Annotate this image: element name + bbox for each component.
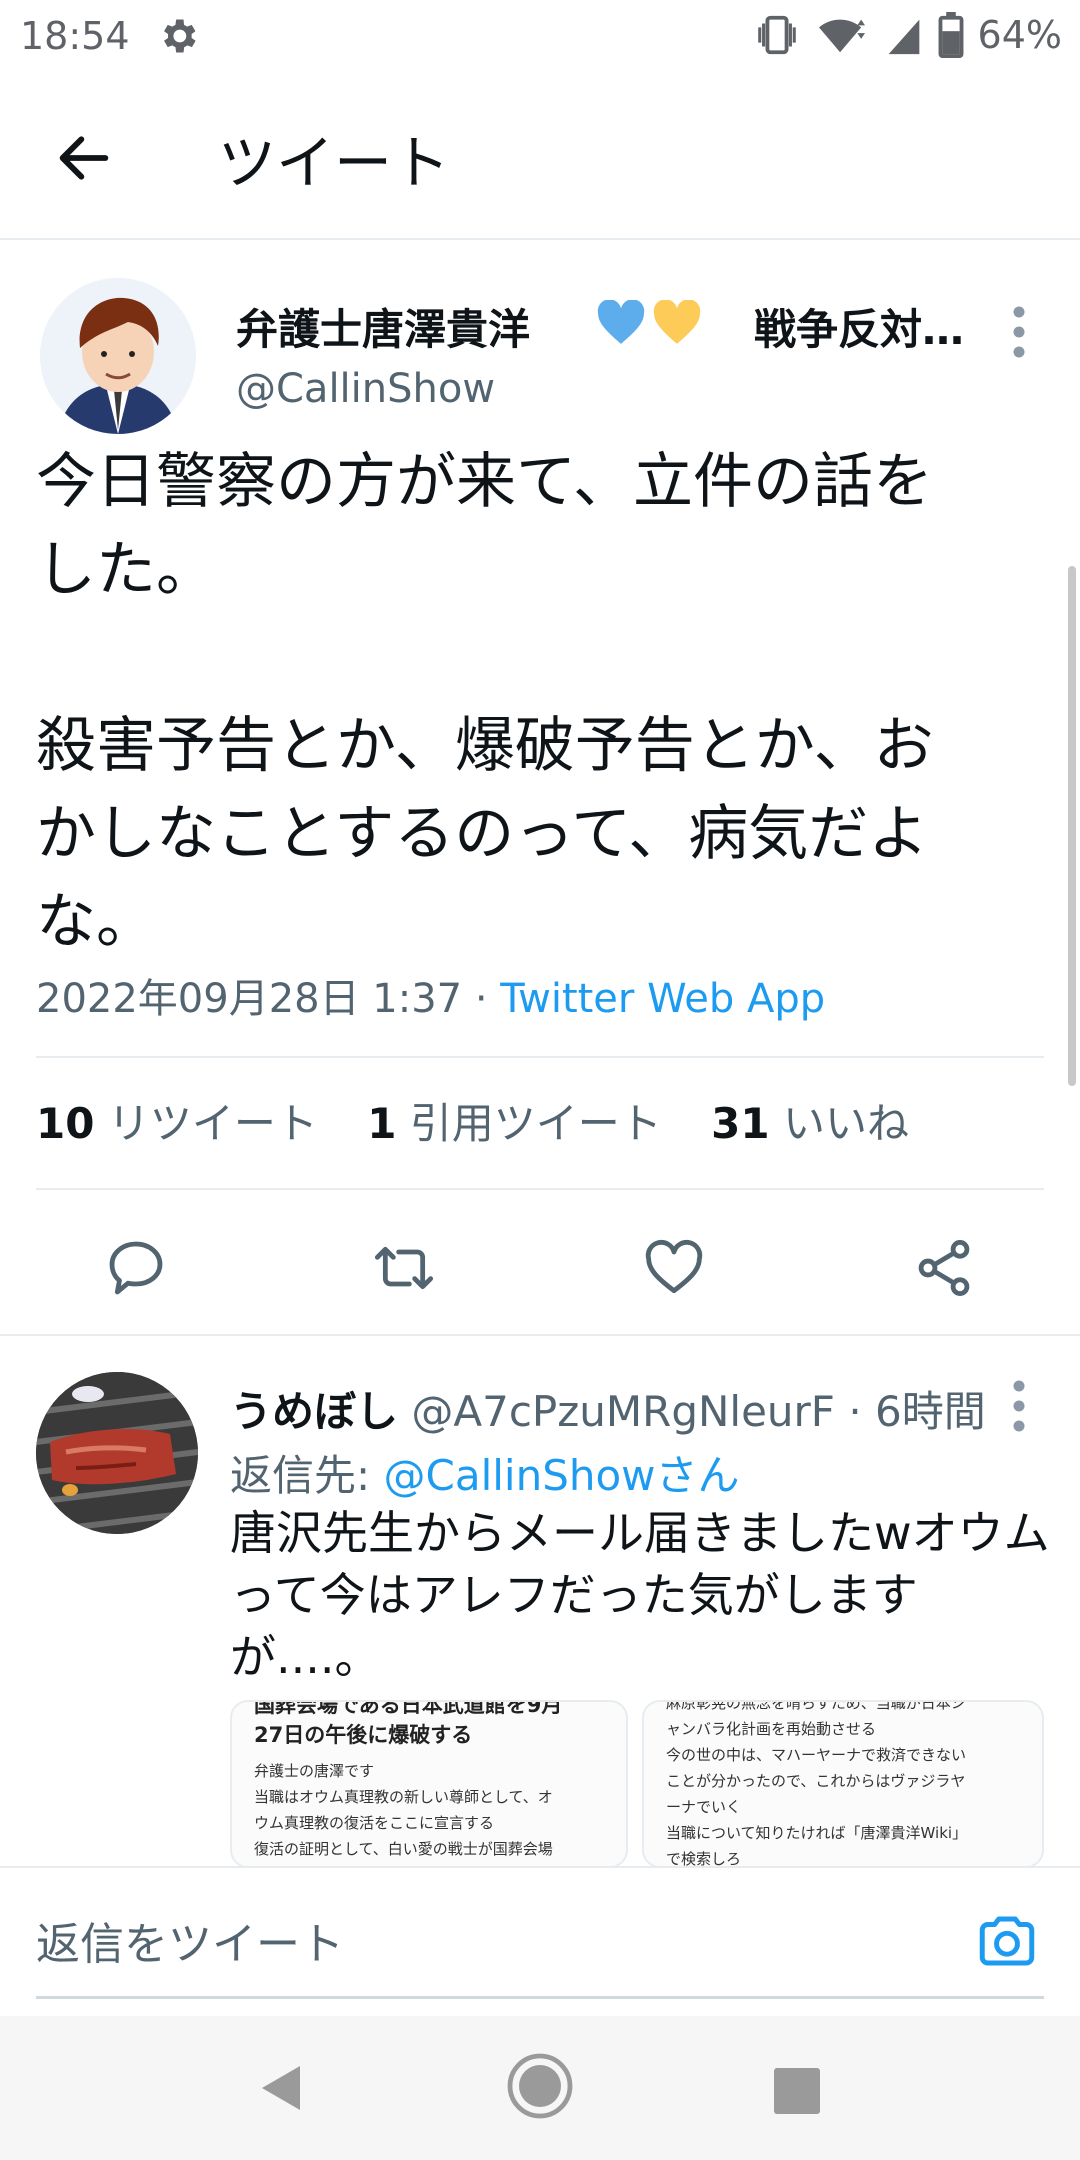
nav-home-icon[interactable]: [506, 2052, 574, 2120]
tweet-actions: [0, 1218, 1080, 1318]
app-header: ツイート: [0, 76, 1080, 240]
tweet-text: 今日警察の方が来て、立件の話を した。 殺害予告とか、爆破予告とか、お かしなこ…: [36, 447, 934, 957]
reply-icon[interactable]: [104, 1236, 168, 1300]
wifi-icon: [818, 19, 865, 53]
media-1-text: 国葬会場である日本武道館を9月 27日の午後に爆破する弁護士の唐澤です 当職はオ…: [232, 1700, 626, 1866]
scrollbar[interactable]: [1068, 566, 1076, 1086]
likes-label: いいね: [782, 1099, 909, 1148]
back-arrow-icon[interactable]: [52, 126, 116, 190]
reply-more-options-icon[interactable]: [1006, 1376, 1032, 1436]
reply-text: 唐沢先生からメール届きましたwオウム って今はアレフだった気がします が....…: [230, 1506, 1050, 1684]
divider: [36, 1188, 1044, 1190]
author-avatar[interactable]: [40, 278, 196, 434]
reply-time: · 6時間: [848, 1387, 986, 1436]
signal-icon: [888, 19, 919, 55]
reply-compose-bar: 返信をツイート: [0, 1866, 1080, 2016]
reply-author-avatar[interactable]: [36, 1372, 198, 1534]
media-2-body: 麻原彰晃の無念を晴らすため、当職が日本シ ャンバラ化計画を再始動させる 今の世の…: [666, 1700, 968, 1868]
meta-separator: ·: [462, 976, 501, 1022]
author-name-suffix[interactable]: 戦争反対…: [754, 296, 964, 357]
quotes-count: 1: [367, 1099, 397, 1148]
reply-to: 返信先: @CallinShowさん: [230, 1442, 740, 1503]
retweets-stat[interactable]: 10 リツイート: [36, 1099, 318, 1148]
reply-media-image-2[interactable]: 麻原彰晃の無念を晴らすため、当職が日本シ ャンバラ化計画を再始動させる 今の世の…: [642, 1700, 1044, 1868]
status-indicators: 64%: [754, 12, 1062, 58]
system-nav-bar: [0, 2016, 1080, 2160]
status-time: 18:54: [20, 14, 130, 58]
author-handle[interactable]: @CallinShow: [236, 366, 495, 412]
media-1-body: 弁護士の唐澤です 当職はオウム真理教の新しい尊師として、オ ウム真理教の復活をこ…: [254, 1762, 553, 1858]
settings-icon: [164, 19, 196, 53]
blue-heart-icon: [597, 300, 645, 344]
share-icon[interactable]: [912, 1236, 976, 1300]
yellow-heart-icon: [653, 300, 701, 344]
tweet-stats: 10 リツイート 1 引用ツイート 31 いいね: [36, 1090, 945, 1151]
tweet-timestamp[interactable]: 2022年09月28日 1:37: [36, 976, 462, 1022]
reply-media-image-1[interactable]: 国葬会場である日本武道館を9月 27日の午後に爆破する弁護士の唐澤です 当職はオ…: [230, 1700, 628, 1868]
reply-to-handle[interactable]: @CallinShowさん: [384, 1451, 740, 1500]
battery-percent: 64%: [977, 13, 1062, 57]
like-icon[interactable]: [642, 1236, 706, 1300]
quotes-stat[interactable]: 1 引用ツイート: [367, 1099, 662, 1148]
vibrate-icon: [757, 15, 796, 55]
author-name[interactable]: 弁護士唐澤貴洋: [236, 296, 530, 357]
likes-count: 31: [711, 1099, 770, 1148]
retweets-label: リツイート: [107, 1099, 318, 1148]
battery-icon: [938, 12, 963, 58]
retweets-count: 10: [36, 1099, 95, 1148]
quotes-label: 引用ツイート: [409, 1099, 662, 1148]
section-divider: [0, 1334, 1080, 1336]
nav-recent-icon[interactable]: [774, 2068, 820, 2114]
tweet-source[interactable]: Twitter Web App: [500, 976, 825, 1022]
reply-author-name[interactable]: うめぼし: [230, 1387, 398, 1436]
divider: [36, 1056, 1044, 1058]
more-options-icon[interactable]: [1006, 302, 1032, 362]
reply-author-handle[interactable]: @A7cPzuMRgNleurF: [411, 1387, 835, 1436]
status-bar: 18:54 64%: [0, 0, 1080, 76]
tweet-meta: 2022年09月28日 1:37 · Twitter Web App: [36, 966, 825, 1024]
nav-back-icon[interactable]: [256, 2062, 304, 2114]
reply-to-label: 返信先:: [230, 1451, 384, 1500]
reply-compose-input[interactable]: 返信をツイート: [36, 1908, 344, 1972]
retweet-icon[interactable]: [372, 1236, 436, 1300]
reply-header: うめぼし @A7cPzuMRgNleurF · 6時間: [230, 1378, 986, 1439]
camera-icon[interactable]: [974, 1908, 1040, 1974]
likes-stat[interactable]: 31 いいね: [711, 1099, 909, 1148]
media-1-title: 国葬会場である日本武道館を9月 27日の午後に爆破する: [254, 1700, 563, 1747]
page-title: ツイート: [218, 129, 451, 197]
compose-underline: [36, 1996, 1044, 1999]
